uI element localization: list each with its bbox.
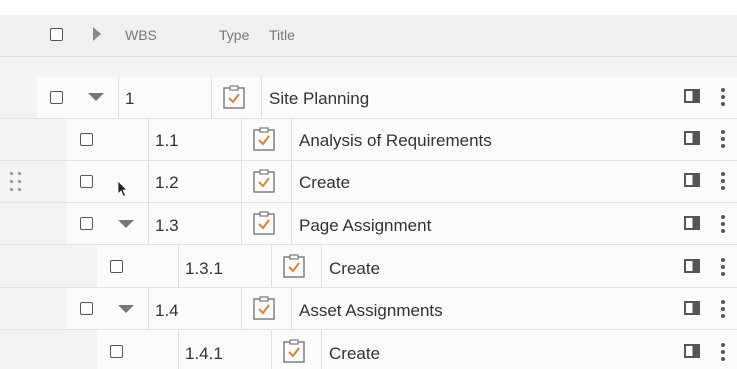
column-divider [271,330,272,369]
clipboard-check-icon [223,85,245,109]
header-title[interactable]: Title [269,27,295,43]
kebab-menu-icon[interactable] [721,343,725,361]
kebab-menu-icon[interactable] [721,215,725,233]
row-background [37,77,737,119]
wbs-cell: 1.4.1 [185,344,223,363]
table-row[interactable]: 1.4 Asset Assignments [0,288,737,330]
column-divider [291,161,292,203]
side-panel-icon[interactable] [684,216,700,230]
wbs-cell: 1.3.1 [185,259,223,278]
table-row[interactable]: 1.3 Page Assignment [0,203,737,245]
kebab-menu-icon[interactable] [721,258,725,276]
table-row[interactable]: 1.3.1 Create [0,245,737,288]
title-cell: Asset Assignments [299,301,443,320]
column-divider [321,330,322,369]
wbs-cell: 1.4 [155,301,179,320]
clipboard-check-icon [283,339,305,363]
wbs-cell: 1 [125,89,135,108]
column-divider [148,119,149,161]
column-divider [291,203,292,245]
column-divider [261,77,262,119]
title-cell: Create [329,259,381,278]
clipboard-check-icon [253,127,275,151]
column-divider [148,288,149,330]
kebab-menu-icon[interactable] [721,88,725,106]
title-cell: Site Planning [269,89,370,108]
row-checkbox[interactable] [50,91,63,104]
row-checkbox[interactable] [80,302,93,315]
column-divider [148,203,149,245]
wbs-cell: 1.2 [155,173,179,192]
column-divider [211,77,212,119]
chevron-down-icon[interactable] [118,220,134,228]
title-cell: Create [329,344,381,363]
row-checkbox[interactable] [110,345,123,358]
title-cell: Page Assignment [299,216,432,235]
column-divider [241,161,242,203]
expand-all-icon[interactable] [93,27,101,41]
side-panel-icon[interactable] [684,131,700,145]
column-divider [321,245,322,288]
wbs-cell: 1.3 [155,216,179,235]
mouse-cursor-icon [117,180,128,198]
row-checkbox[interactable] [80,133,93,146]
side-panel-icon[interactable] [684,344,700,358]
table-row[interactable]: 1.2 Create [0,161,737,203]
grid-header: WBS Type Title [0,15,737,57]
select-all-checkbox[interactable] [50,28,63,41]
table-row[interactable]: 1.4.1 Create [0,330,737,369]
clipboard-check-icon [253,296,275,320]
chevron-down-icon[interactable] [88,93,104,101]
column-divider [178,245,179,288]
column-divider [118,77,119,119]
row-checkbox[interactable] [110,260,123,273]
side-panel-icon[interactable] [684,89,700,103]
kebab-menu-icon[interactable] [721,300,725,318]
title-cell: Analysis of Requirements [299,131,492,150]
table-row[interactable]: 1 Site Planning [0,77,737,119]
side-panel-icon[interactable] [684,259,700,273]
column-divider [291,119,292,161]
clipboard-check-icon [283,254,305,278]
side-panel-icon[interactable] [684,301,700,315]
column-divider [291,288,292,330]
wbs-cell: 1.1 [155,131,179,150]
side-panel-icon[interactable] [684,173,700,187]
header-wbs[interactable]: WBS [125,27,157,43]
column-divider [241,203,242,245]
header-type[interactable]: Type [219,27,249,43]
row-checkbox[interactable] [80,175,93,188]
title-cell: Create [299,173,351,192]
column-divider [271,245,272,288]
kebab-menu-icon[interactable] [721,172,725,190]
column-divider [241,288,242,330]
row-checkbox[interactable] [80,217,93,230]
column-divider [241,119,242,161]
column-divider [178,330,179,369]
table-row[interactable]: 1.1 Analysis of Requirements [0,119,737,161]
clipboard-check-icon [253,211,275,235]
drag-handle-icon[interactable] [10,172,24,192]
column-divider [148,161,149,203]
chevron-down-icon[interactable] [118,305,134,313]
kebab-menu-icon[interactable] [721,130,725,148]
clipboard-check-icon [253,169,275,193]
top-strip [0,0,737,15]
